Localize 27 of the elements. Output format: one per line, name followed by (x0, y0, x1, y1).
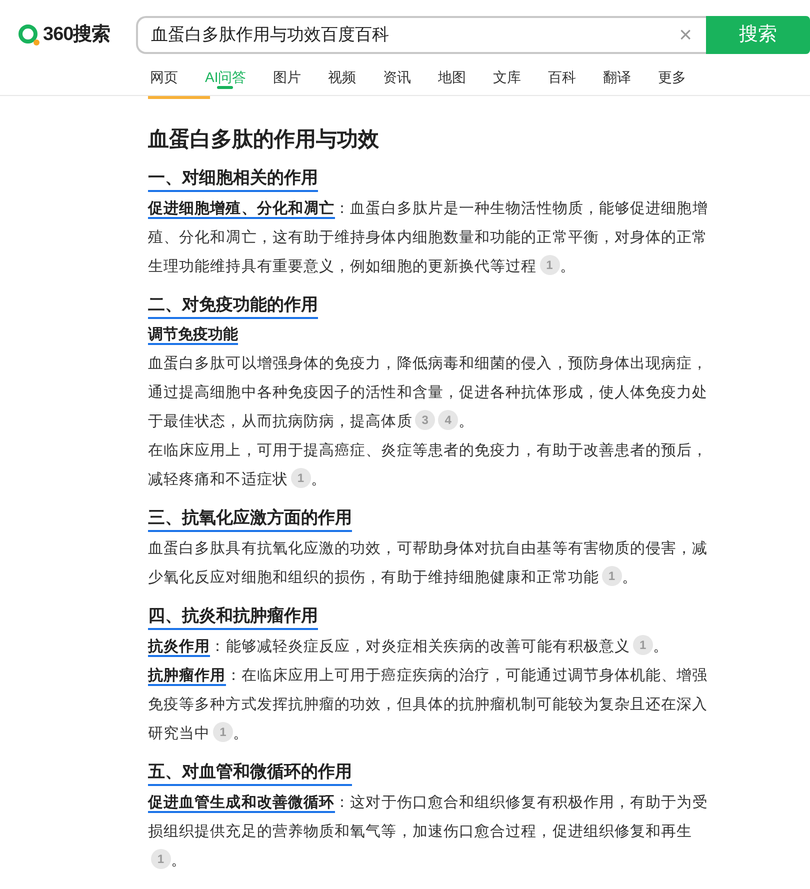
paragraph: 血蛋白多肽具有抗氧化应激的功效，可帮助身体对抗自由基等有害物质的侵害，减少氧化反应对细胞和组织的损伤，有助于维持细胞健康和正常功能 1 。 (148, 539, 709, 588)
search-field[interactable]: 血蛋白多肽作用与功效百度百科 × (136, 16, 706, 54)
paragraph: 抗炎作用：能够减轻炎症反应，对炎症相关疾病的改善可能有积极意义 1 。 (148, 632, 710, 661)
paragraph: 抗肿瘤作用：在临床应用上可用于癌症疾病的治疗，可能通过调节身体机能、增强免疫等多种方式发挥抗肿瘤的功效，但具体的抗肿瘤机制可能较为复杂且还在深入研究当中 1 。 (148, 666, 709, 744)
nav-tab[interactable]: 图片 (273, 70, 302, 94)
section-heading: 四、抗炎和抗肿瘤作用 (148, 604, 318, 630)
nav-tab[interactable]: 文库 (493, 70, 522, 94)
nav-tab[interactable]: 资讯 (383, 70, 412, 94)
nav-tab[interactable]: 翻译 (603, 70, 632, 94)
marker-bar (148, 96, 210, 99)
logo-icon (18, 24, 40, 46)
nav-tab[interactable]: 视频 (328, 70, 356, 94)
section-heading: 三、抗氧化应激方面的作用 (148, 506, 352, 532)
nav-tab[interactable]: 更多 (658, 70, 686, 94)
subheading: 调节免疫功能 (148, 326, 238, 345)
paragraph: 促进细胞增殖、分化和凋亡：血蛋白多肽片是一种生物活性物质，能够促进细胞增殖、分化和凋亡，这有助于维持身体内细胞数量和功能的正常平衡，对身体的正常生理功能维持具有重要意义，例如细胞的更新换代等过程 1 。 (148, 199, 709, 277)
article-title: 血蛋白多肽的作用与功效 (148, 127, 380, 153)
nav-tab[interactable]: 地图 (438, 70, 466, 94)
nav-tab[interactable]: 网页 (150, 70, 178, 94)
section-heading: 五、对血管和微循环的作用 (148, 760, 352, 786)
paragraph: 促进血管生成和改善微循环：这对于伤口愈合和组织修复有积极作用，有助于为受损组织提供充足的营养物质和氧气等，加速伤口愈合过程，促进组织修复和再生 1 。 (148, 792, 709, 871)
paragraph: 在临床应用上，可用于提高癌症、炎症等患者的免疫力，有助于改善患者的预后，减轻疼痛和不适症状 1 。 (148, 441, 709, 490)
section-heading: 二、对免疫功能的作用 (148, 293, 318, 319)
logo-text: 360搜索 (43, 22, 110, 47)
nav-tab[interactable]: 百科 (548, 70, 576, 94)
paragraph: 血蛋白多肽可以增强身体的免疫力，降低病毒和细菌的侵入，预防身体出现病症，通过提高细胞中各种免疫因子的活性和含量，促进各种抗体形成，使人体免疫力处于最佳状态，从而抗病防病，提高体质 3 4 。 (148, 354, 709, 432)
section-heading: 一、对细胞相关的作用 (148, 166, 318, 192)
